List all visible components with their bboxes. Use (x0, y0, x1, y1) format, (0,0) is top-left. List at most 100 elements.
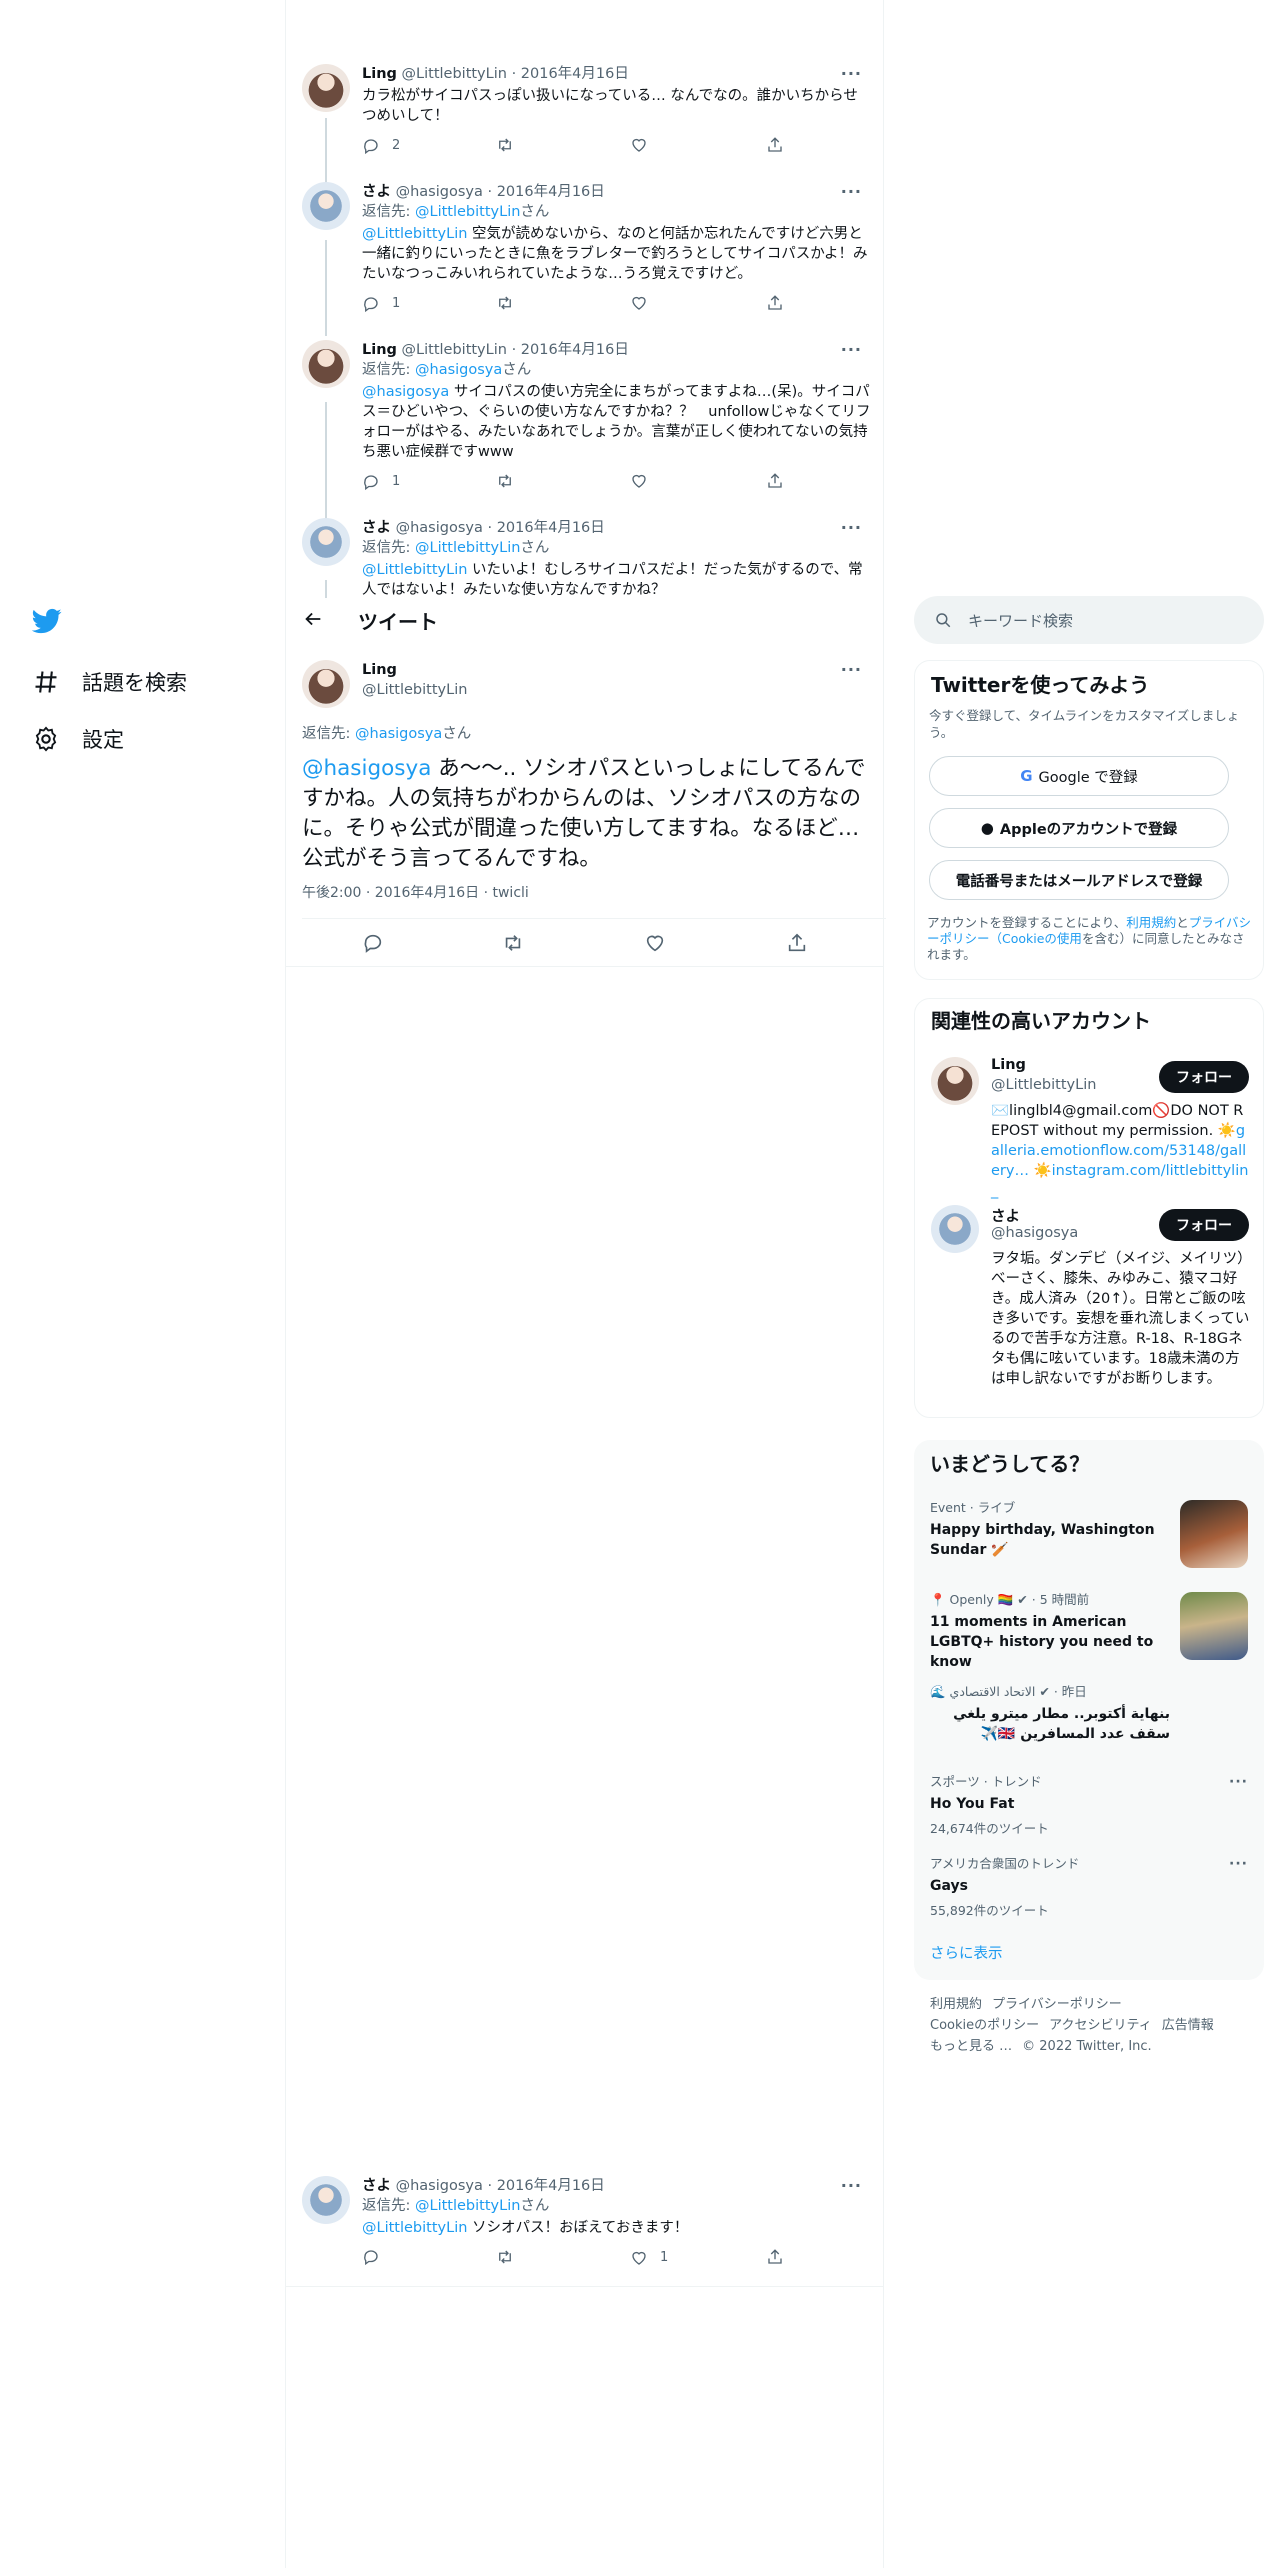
account-item[interactable]: Ling @LittlebittyLin フォロー ✉️linglbl4@gma… (915, 1057, 1265, 1217)
more-icon[interactable]: ··· (841, 518, 862, 538)
share-button[interactable] (766, 2248, 784, 2266)
like-button[interactable] (644, 932, 666, 954)
phone-signup-button[interactable]: 電話番号またはメールアドレスで登録 (929, 860, 1229, 900)
footer-link[interactable]: Cookieのポリシー (930, 2018, 1039, 2033)
retweet-button[interactable] (496, 136, 514, 154)
author-handle[interactable]: @hasigosya (396, 520, 483, 536)
mention-link[interactable]: @hasigosya (302, 756, 431, 781)
author-handle[interactable]: @hasigosya (396, 184, 483, 200)
more-icon[interactable]: ··· (841, 64, 862, 84)
avatar[interactable] (302, 660, 350, 708)
author-name[interactable]: Ling (362, 662, 397, 678)
tweet-timestamp[interactable]: 午後2:00 · 2016年4月16日 · twicli (302, 882, 529, 902)
more-icon[interactable]: ··· (1229, 1774, 1248, 1790)
search-icon (936, 613, 951, 628)
author-handle[interactable]: @LittlebittyLin (402, 342, 507, 358)
footer-link[interactable]: 広告情報 (1162, 2018, 1214, 2033)
author-name[interactable]: さよ (362, 2178, 391, 2194)
nav-settings[interactable]: 設定 (32, 724, 124, 754)
account-handle[interactable]: @hasigosya (991, 1225, 1078, 1241)
tweet-date[interactable]: · 2016年4月16日 (512, 342, 629, 358)
show-more-link[interactable]: さらに表示 (930, 1942, 1003, 1963)
more-icon[interactable]: ··· (841, 660, 862, 679)
apple-icon: ● (980, 819, 994, 837)
reply-to-link[interactable]: @hasigosya (355, 726, 442, 742)
footer-link[interactable]: もっと見る … (930, 2039, 1012, 2054)
google-signup-button[interactable]: G Google で登録 (929, 756, 1229, 796)
account-name[interactable]: Ling (991, 1057, 1026, 1073)
follow-button[interactable]: フォロー (1159, 1061, 1249, 1093)
mention-link[interactable]: @hasigosya (362, 384, 449, 400)
author-name[interactable]: Ling (362, 66, 397, 82)
share-button[interactable] (766, 136, 784, 154)
mention-link[interactable]: @LittlebittyLin (362, 562, 467, 578)
avatar[interactable] (302, 518, 350, 566)
reply-suffix: さん (442, 726, 472, 742)
retweet-button[interactable] (496, 2248, 514, 2266)
avatar[interactable] (931, 1205, 979, 1253)
trend-item[interactable]: Event · ライブ Happy birthday, Washington S… (930, 1500, 1248, 1580)
back-arrow-icon[interactable] (302, 608, 324, 634)
like-button[interactable] (630, 472, 648, 490)
author-handle[interactable]: @LittlebittyLin (402, 66, 507, 82)
reply-to-link[interactable]: @LittlebittyLin (415, 540, 520, 556)
author-name[interactable]: さよ (362, 184, 391, 200)
twitter-logo-icon[interactable] (31, 606, 62, 636)
like-button[interactable] (630, 294, 648, 312)
follow-button[interactable]: フォロー (1159, 1209, 1249, 1241)
mention-link[interactable]: @LittlebittyLin (362, 2220, 467, 2236)
avatar[interactable] (302, 340, 350, 388)
terms-link[interactable]: 利用規約 (1126, 915, 1176, 930)
avatar[interactable] (302, 2176, 350, 2224)
search-box[interactable]: キーワード検索 (914, 596, 1264, 644)
more-icon[interactable]: ··· (841, 182, 862, 202)
trend-item[interactable]: 📍 Openly 🏳️‍🌈 ✔ · 5 時間前 11 moments in Am… (930, 1592, 1248, 1672)
author-name[interactable]: Ling (362, 342, 397, 358)
reply-button[interactable]: 2 (362, 136, 400, 156)
retweet-button[interactable] (496, 472, 514, 490)
account-item[interactable]: さよ @hasigosya フォロー ヲタ垢。ダンデビ（メイジ、メイリツ）べーさ… (915, 1205, 1265, 1415)
like-button[interactable]: 1 (630, 2248, 668, 2268)
tweet-date[interactable]: · 2016年4月16日 (487, 520, 604, 536)
author-name[interactable]: さよ (362, 520, 391, 536)
trend-item[interactable]: アメリカ合衆国のトレンド Gays 55,892件のツイート ··· (930, 1856, 1248, 1926)
reply-button[interactable] (362, 932, 384, 954)
like-button[interactable] (630, 136, 648, 154)
share-button[interactable] (766, 294, 784, 312)
tweet-date[interactable]: · 2016年4月16日 (487, 184, 604, 200)
tweet-date[interactable]: · 2016年4月16日 (487, 2178, 604, 2194)
reply-button[interactable] (362, 2248, 380, 2266)
author-handle[interactable]: @LittlebittyLin (362, 682, 467, 698)
reply-button[interactable]: 1 (362, 294, 400, 314)
search-input[interactable]: キーワード検索 (968, 610, 1073, 631)
reply-to-link[interactable]: @LittlebittyLin (415, 204, 520, 220)
footer-link[interactable]: アクセシビリティ (1049, 2018, 1152, 2033)
retweet-button[interactable] (502, 932, 524, 954)
footer-link[interactable]: 利用規約 (930, 1997, 982, 2012)
thread-line (325, 402, 327, 520)
reply-button[interactable]: 1 (362, 472, 400, 492)
avatar[interactable] (931, 1057, 979, 1105)
tweet-date[interactable]: · 2016年4月16日 (512, 66, 629, 82)
avatar[interactable] (302, 182, 350, 230)
trend-item[interactable]: 🌊 الاتحاد الاقتصادي ✔ · 昨日 بنهاية أكتوبر… (930, 1684, 1248, 1764)
reply-to-link[interactable]: @hasigosya (415, 362, 502, 378)
bio-text: ☀️ (1028, 1163, 1052, 1179)
mention-link[interactable]: @LittlebittyLin (362, 226, 467, 242)
more-icon[interactable]: ··· (841, 340, 862, 360)
footer-link[interactable]: プライバシーポリシー (992, 1997, 1122, 2012)
share-button[interactable] (786, 932, 808, 954)
avatar[interactable] (302, 64, 350, 112)
thread-tweet[interactable]: さよ @hasigosya · 2016年4月16日 ··· 返信先: @Lit… (302, 518, 872, 598)
more-icon[interactable]: ··· (1229, 1856, 1248, 1872)
retweet-button[interactable] (496, 294, 514, 312)
author-handle[interactable]: @hasigosya (396, 2178, 483, 2194)
share-button[interactable] (766, 472, 784, 490)
account-name[interactable]: さよ (991, 1205, 1020, 1226)
nav-explore[interactable]: 話題を検索 (32, 667, 187, 697)
reply-to-link[interactable]: @LittlebittyLin (415, 2198, 520, 2214)
trend-item[interactable]: スポーツ · トレンド Ho You Fat 24,674件のツイート ··· (930, 1774, 1248, 1844)
more-icon[interactable]: ··· (841, 2176, 862, 2196)
apple-signup-button[interactable]: ● Appleのアカウントで登録 (929, 808, 1229, 848)
account-handle[interactable]: @LittlebittyLin (991, 1077, 1096, 1093)
